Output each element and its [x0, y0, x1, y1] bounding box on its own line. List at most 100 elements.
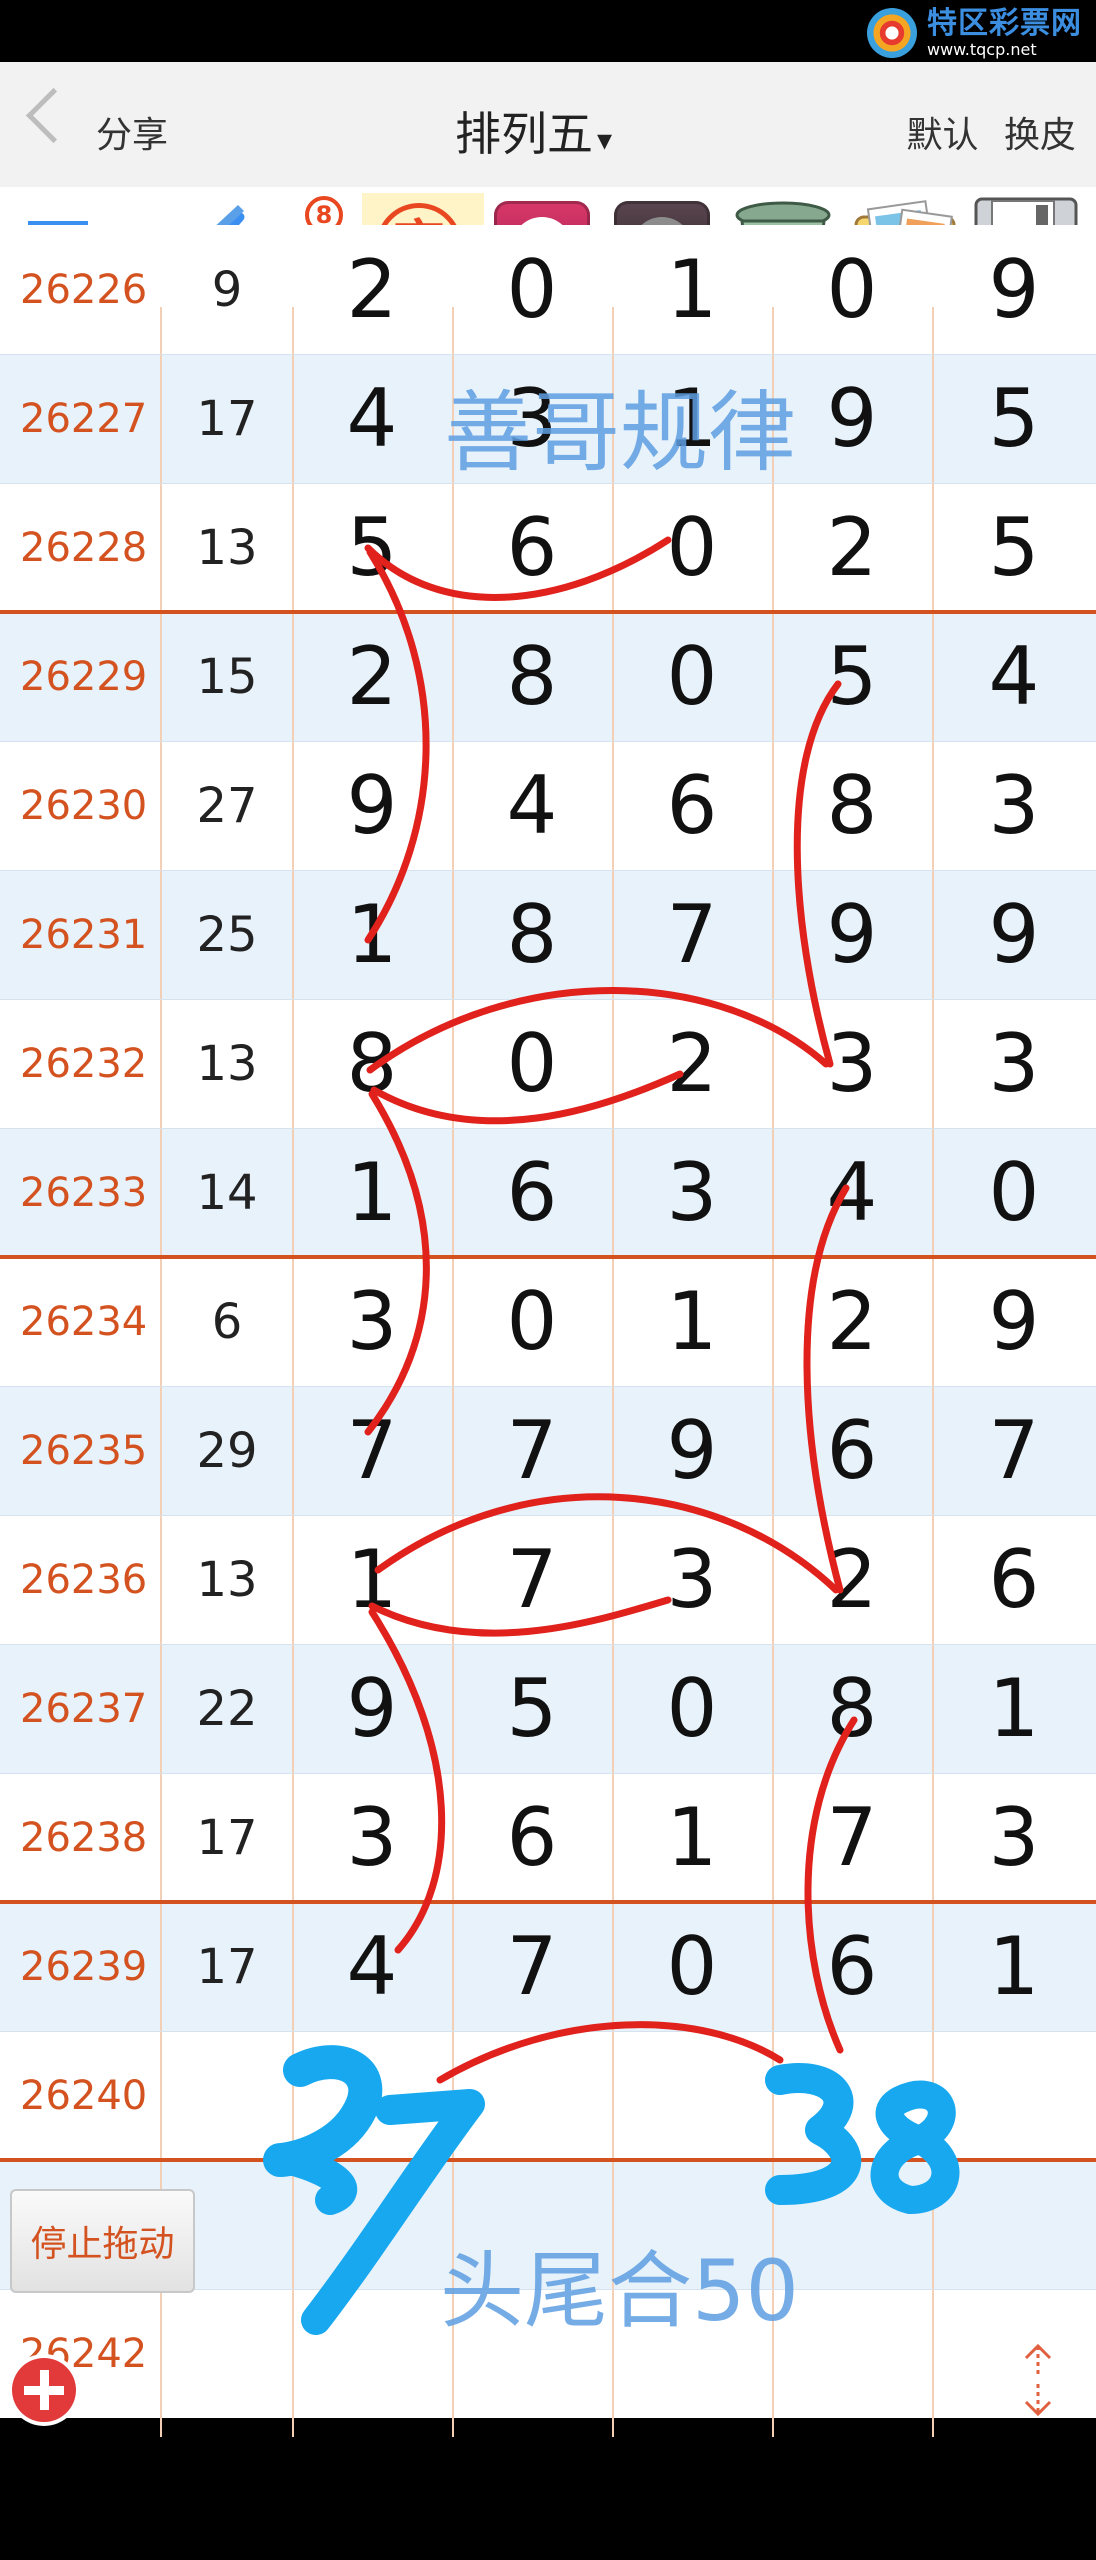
digit-cell: 9: [666, 1404, 718, 1497]
digit-cell: 8: [346, 1017, 398, 1110]
digit-cell: 1: [346, 1146, 398, 1239]
digit-cell: 1: [346, 888, 398, 981]
digit-cell: 7: [666, 888, 718, 981]
digit-cell: [292, 2160, 452, 2289]
digit-cell: [932, 2160, 1096, 2289]
digit-cell: 0: [666, 1920, 718, 2013]
sum-cell: 13: [196, 519, 258, 576]
add-icon[interactable]: [12, 2358, 76, 2422]
sum-cell: [162, 2289, 292, 2418]
digit-cell: 2: [826, 501, 878, 594]
digit-cell: 2: [346, 630, 398, 723]
digit-cell: 9: [346, 1662, 398, 1755]
sum-cell: 17: [196, 1938, 258, 1995]
sum-cell: 6: [211, 1293, 243, 1350]
sum-cell: 14: [196, 1164, 258, 1221]
digit-cell: 4: [506, 759, 558, 852]
period-cell: 26236: [20, 1556, 148, 1603]
digit-cell: 0: [506, 1275, 558, 1368]
digit-cell: 3: [666, 1533, 718, 1626]
digit-cell: 3: [988, 1791, 1040, 1884]
digit-cell: 8: [506, 888, 558, 981]
period-cell: 26228: [20, 524, 148, 571]
digit-cell: 0: [506, 1017, 558, 1110]
digit-cell: 3: [346, 1275, 398, 1368]
stop-drag-button[interactable]: 停止拖动: [10, 2189, 195, 2293]
digit-cell: [292, 2031, 452, 2160]
digit-cell: 5: [988, 501, 1040, 594]
scroll-arrows-icon[interactable]: [1016, 2340, 1060, 2420]
row-divider: [0, 870, 1096, 871]
digit-cell: 3: [346, 1791, 398, 1884]
digit-cell: 1: [988, 1920, 1040, 2013]
digit-cell: 8: [826, 1662, 878, 1755]
group-divider: [0, 1900, 1096, 1904]
share-button[interactable]: 分享: [96, 106, 168, 158]
digit-cell: 9: [826, 888, 878, 981]
digit-cell: [772, 2031, 932, 2160]
back-chevron-icon[interactable]: [25, 87, 82, 144]
digit-cell: 6: [666, 759, 718, 852]
period-cell: 26234: [20, 1298, 148, 1345]
column-divider: [160, 307, 162, 2437]
digit-cell: [292, 2289, 452, 2418]
column-divider: [932, 307, 934, 2437]
period-cell: 26230: [20, 782, 148, 829]
period-cell: 26233: [20, 1169, 148, 1216]
digit-cell: 6: [506, 1146, 558, 1239]
row-divider: [0, 1128, 1096, 1129]
digit-cell: 4: [988, 630, 1040, 723]
digit-cell: 7: [506, 1404, 558, 1497]
digit-cell: 4: [346, 1920, 398, 2013]
digit-cell: 6: [826, 1920, 878, 2013]
sum-cell: 13: [196, 1551, 258, 1608]
row-divider: [0, 1515, 1096, 1516]
digit-cell: 7: [506, 1533, 558, 1626]
page-title-selector[interactable]: 排列五 ▾: [455, 98, 612, 164]
period-cell: 26239: [20, 1943, 148, 1990]
default-button[interactable]: 默认: [907, 115, 979, 156]
brand-title: 特区彩票网: [927, 5, 1082, 41]
digit-cell: 7: [346, 1404, 398, 1497]
period-cell: 26238: [20, 1814, 148, 1861]
digit-cell: 6: [506, 501, 558, 594]
bottom-bar: [0, 2438, 1096, 2560]
digit-cell: 3: [666, 1146, 718, 1239]
digit-cell: 1: [666, 1791, 718, 1884]
sum-cell: 15: [196, 648, 258, 705]
title-annotation: 善哥规律: [444, 381, 797, 484]
app-header: 分享 排列五 ▾ 默认 换皮: [0, 62, 1096, 187]
period-cell: 26232: [20, 1040, 148, 1087]
digit-cell: 0: [506, 243, 558, 336]
digit-cell: 6: [506, 1791, 558, 1884]
digit-cell: 7: [826, 1791, 878, 1884]
digit-cell: 0: [666, 501, 718, 594]
period-cell: 26235: [20, 1427, 148, 1474]
app-window: 特区彩票网 www.tqcp.net 分享 排列五 ▾ 默认 换皮 8 2622…: [0, 0, 1096, 2560]
digit-cell: 5: [988, 372, 1040, 465]
digit-cell: 0: [666, 630, 718, 723]
period-cell: 26231: [20, 911, 148, 958]
digit-cell: 1: [666, 1275, 718, 1368]
caret-down-icon: ▾: [597, 123, 613, 158]
digit-cell: 0: [826, 243, 878, 336]
change-skin-button[interactable]: 换皮: [1004, 115, 1076, 156]
digit-cell: 0: [666, 1662, 718, 1755]
brand-watermark: 特区彩票网 www.tqcp.net: [867, 6, 1082, 60]
bottom-annotation: 头尾合50: [440, 2242, 799, 2340]
group-divider: [0, 610, 1096, 614]
digit-cell: 9: [988, 1275, 1040, 1368]
digit-cell: 6: [826, 1404, 878, 1497]
sum-cell: 17: [196, 1809, 258, 1866]
row-divider: [0, 1386, 1096, 1387]
period-cell: 26237: [20, 1685, 148, 1732]
digit-cell: 2: [826, 1275, 878, 1368]
group-divider: [0, 2158, 1096, 2162]
page-title: 排列五: [455, 107, 593, 161]
digit-cell: 9: [988, 243, 1040, 336]
digit-cell: 9: [346, 759, 398, 852]
period-cell: 26227: [20, 395, 148, 442]
digit-cell: 2: [666, 1017, 718, 1110]
row-divider: [0, 354, 1096, 355]
row-divider: [0, 1644, 1096, 1645]
